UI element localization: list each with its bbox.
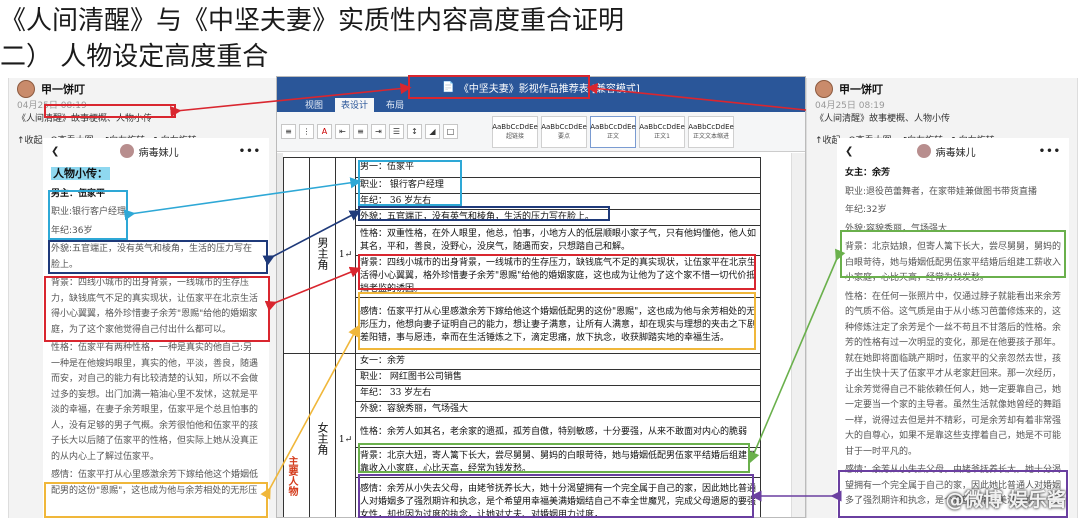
- female-age[interactable]: 年纪： 33 岁左右: [355, 385, 761, 402]
- avatar[interactable]: [815, 80, 833, 98]
- character-table: 男主角 1↵ 男一：伍家平 职业： 银行客户经理 年纪： 36 岁左右 外貌：五…: [283, 157, 761, 517]
- tab-layout[interactable]: 布局: [386, 98, 404, 112]
- more-icon[interactable]: •••: [1039, 146, 1061, 157]
- bio-background: 背景：四线小城市的出身背景，一线城市的生存压力，缺钱底气不足的真实现状，让伍家平…: [51, 278, 259, 335]
- male-job[interactable]: 职业： 银行客户经理: [355, 177, 761, 194]
- female-looks[interactable]: 外貌：容貌秀丽，气场强大: [355, 401, 761, 418]
- justify-icon[interactable]: ☰: [389, 124, 404, 139]
- style-normal[interactable]: AaBbCcDdEe 正文: [590, 115, 636, 148]
- female-job[interactable]: 职业： 网红图书公司销售: [355, 369, 761, 386]
- slide-subtitle: 二） 人物设定高度重合: [0, 42, 269, 72]
- female-lead-label: 女主角: [309, 353, 336, 517]
- tab-table-design[interactable]: 表设计: [335, 98, 375, 112]
- bio-feelings: 感情：伍家平打从心里感激余芳下嫁给他这个婚姻低配男的这份"恩赐"，这也成为他与余…: [51, 470, 259, 496]
- slide-title: 《人间清醒》与《中坚夫妻》实质性内容高度重合证明: [0, 6, 625, 36]
- nav-username: 病毒妹儿: [935, 147, 976, 159]
- shading-icon[interactable]: ◢: [425, 124, 440, 139]
- bio-looks: 外貌:容貌秀丽，气场强大: [845, 223, 948, 234]
- document-sheet[interactable]: 男主角 1↵ 男一：伍家平 职业： 银行客户经理 年纪： 36 岁左右 外貌：五…: [283, 153, 791, 517]
- bio-age: 年纪:36岁: [51, 225, 93, 236]
- more-icon[interactable]: •••: [239, 146, 261, 157]
- male-age[interactable]: 年纪： 36 岁左右: [355, 193, 761, 210]
- character-bio: 女主：余芳 职业:退役芭蕾舞者，在家带娃兼做图书带货直播 年纪:32岁 外貌:容…: [837, 164, 1069, 515]
- left-phone-screenshot: 甲一饼叮 04月25日 08:19 《人间清醒》故事梗概、人物小传 ↑收起 Q查…: [8, 78, 280, 518]
- word-document-window: 📄 《中坚夫妻》影视作品推荐表 [兼容模式] 视图 表设计 布局 ≡ ⋮ A ⇤…: [276, 76, 806, 518]
- vertical-scrollbar[interactable]: [791, 153, 805, 517]
- embedded-image[interactable]: ❮ 病毒妹儿 ••• 人物小传： 男主：伍家平 职业:银行客户经理 年纪:36岁…: [43, 138, 269, 518]
- avatar: [119, 144, 134, 158]
- font-color-icon[interactable]: A: [317, 124, 332, 139]
- male-feelings[interactable]: 感情：伍家平打从心里感激余芳下嫁给他这个婚姻低配男的这份"恩赐"，这也成为他与余…: [355, 297, 761, 354]
- align-right-icon[interactable]: ⇥: [371, 124, 386, 139]
- numbering-icon[interactable]: ⋮: [299, 124, 314, 139]
- post-username[interactable]: 甲一饼叮: [839, 81, 883, 97]
- image-nav-bar: ❮ 病毒妹儿 •••: [43, 138, 269, 164]
- align-center-icon[interactable]: ≡: [353, 124, 368, 139]
- female-personality[interactable]: 性格：余芳人如其名，老余家的遗孤，孤芳自傲，特别敏感，十分要强，从来不敢面对内心…: [355, 417, 761, 448]
- male-name[interactable]: 男一：伍家平: [355, 157, 761, 178]
- bio-personality: 性格：伍家平有两种性格，一种是真实的他自己:另一种是在他嫂妈眼里，真实的他，平淡…: [51, 343, 259, 462]
- avatar: [916, 144, 931, 158]
- ribbon-tabs: 视图 表设计 布局: [277, 98, 805, 112]
- bio-heading: 人物小传：: [51, 167, 110, 180]
- female-feelings[interactable]: 感情：余芳从小失去父母，由姥爷抚养长大，她十分渴望拥有一个完全属于自己的家，因此…: [355, 477, 761, 517]
- bio-age: 年纪:32岁: [845, 205, 887, 215]
- line-spacing-icon[interactable]: ↕: [407, 124, 422, 139]
- collapse-button[interactable]: ↑收起: [17, 133, 43, 146]
- female-row-number: 1↵: [335, 353, 356, 517]
- bullets-icon[interactable]: ≡: [281, 124, 296, 139]
- post-username[interactable]: 甲一饼叮: [41, 81, 85, 97]
- document-page-area: 男主角 1↵ 男一：伍家平 职业： 银行客户经理 年纪： 36 岁左右 外貌：五…: [277, 153, 805, 517]
- ribbon-toolbar: ≡ ⋮ A ⇤ ≡ ⇥ ☰ ↕ ◢ □ AaBbCcDdEe 超链接 AaBbCc…: [277, 112, 805, 152]
- bio-job: 职业:退役芭蕾舞者，在家带娃兼做图书带货直播: [845, 186, 1038, 197]
- main-characters-note: 主要人物: [286, 456, 297, 496]
- back-chevron-icon[interactable]: ❮: [845, 146, 853, 157]
- style-hyperlink[interactable]: AaBbCcDdEe 超链接: [492, 115, 538, 148]
- bio-name: 女主：余芳: [845, 168, 891, 178]
- embedded-image[interactable]: ❮ 病毒妹儿 ••• 女主：余芳 职业:退役芭蕾舞者，在家带娃兼做图书带货直播 …: [837, 138, 1069, 518]
- bio-job: 职业:银行客户经理: [51, 207, 127, 217]
- weibo-watermark: @微博 娱乐酱: [945, 489, 1066, 511]
- male-background[interactable]: 背景：四线小城市的出身背景，一线城市的生存压力，缺钱底气不足的真实现状，让伍家平…: [355, 255, 761, 298]
- nav-username: 病毒妹儿: [138, 147, 179, 159]
- female-background[interactable]: 背景：北京大妞，寄人篱下长大，尝尽舅舅、舅妈的白眼苛待，她与婚姻低配男伍家平结婚…: [355, 447, 761, 478]
- border-icon[interactable]: □: [443, 124, 458, 139]
- post-caption: 《人间清醒》故事梗概、人物小传: [17, 114, 153, 124]
- bio-looks: 外貌:五官端正，没有英气和棱角，生活的压力写在脸上。: [51, 244, 253, 270]
- style-normal-1[interactable]: AaBbCcDdEe 正文1: [639, 115, 685, 148]
- male-personality[interactable]: 性格：双重性格，在外人眼里，他总，怕事，小地方人的低层顺眼小家子气，只有他妈懂他…: [355, 225, 761, 256]
- align-left-icon[interactable]: ⇤: [335, 124, 350, 139]
- character-bio: 人物小传： 男主：伍家平 职业:银行客户经理 年纪:36岁 外貌:五官端正，没有…: [43, 164, 269, 504]
- document-icon: 📄: [442, 82, 455, 93]
- post-date: 04月25日 08:19: [17, 101, 87, 111]
- male-lead-label: 男主角: [309, 157, 336, 354]
- post-date: 04月25日 08:19: [815, 101, 885, 111]
- back-chevron-icon[interactable]: ❮: [51, 146, 59, 157]
- document-title: 《中坚夫妻》影视作品推荐表 [兼容模式]: [458, 84, 640, 95]
- post-caption: 《人间清醒》故事梗概、人物小传: [815, 114, 951, 124]
- style-body-indent[interactable]: AaBbCcDdEe 正文文本缩进: [688, 115, 734, 148]
- avatar[interactable]: [17, 80, 35, 98]
- tab-view[interactable]: 视图: [305, 98, 323, 112]
- post-header: 甲一饼叮: [9, 78, 279, 100]
- right-phone-screenshot: 甲一饼叮 04月25日 08:19 《人间清醒》故事梗概、人物小传 ↑收起 Q查…: [806, 78, 1078, 518]
- bio-background: 背景：北京姑娘，但寄人篱下长大，尝尽舅舅，舅妈的白眼苛待，她与婚姻低配男伍家平结…: [845, 242, 1062, 283]
- female-name[interactable]: 女一：余芳: [355, 353, 761, 370]
- male-row-number: 1↵: [335, 157, 356, 354]
- bio-name: 男主：伍家平: [51, 188, 106, 199]
- style-key-point[interactable]: AaBbCcDdEe 要点: [541, 115, 587, 148]
- image-nav-bar: ❮ 病毒妹儿 •••: [837, 138, 1069, 164]
- document-titlebar: 📄 《中坚夫妻》影视作品推荐表 [兼容模式]: [277, 77, 805, 98]
- bio-personality: 性格：在任何一张照片中，仅通过脖子就能看出来余芳的气质不俗。这气质是由于从小练习…: [845, 291, 1062, 457]
- post-header: 甲一饼叮: [807, 78, 1077, 100]
- male-looks[interactable]: 外貌：五官端正，没有英气和棱角，生活的压力写在脸上。: [355, 209, 761, 226]
